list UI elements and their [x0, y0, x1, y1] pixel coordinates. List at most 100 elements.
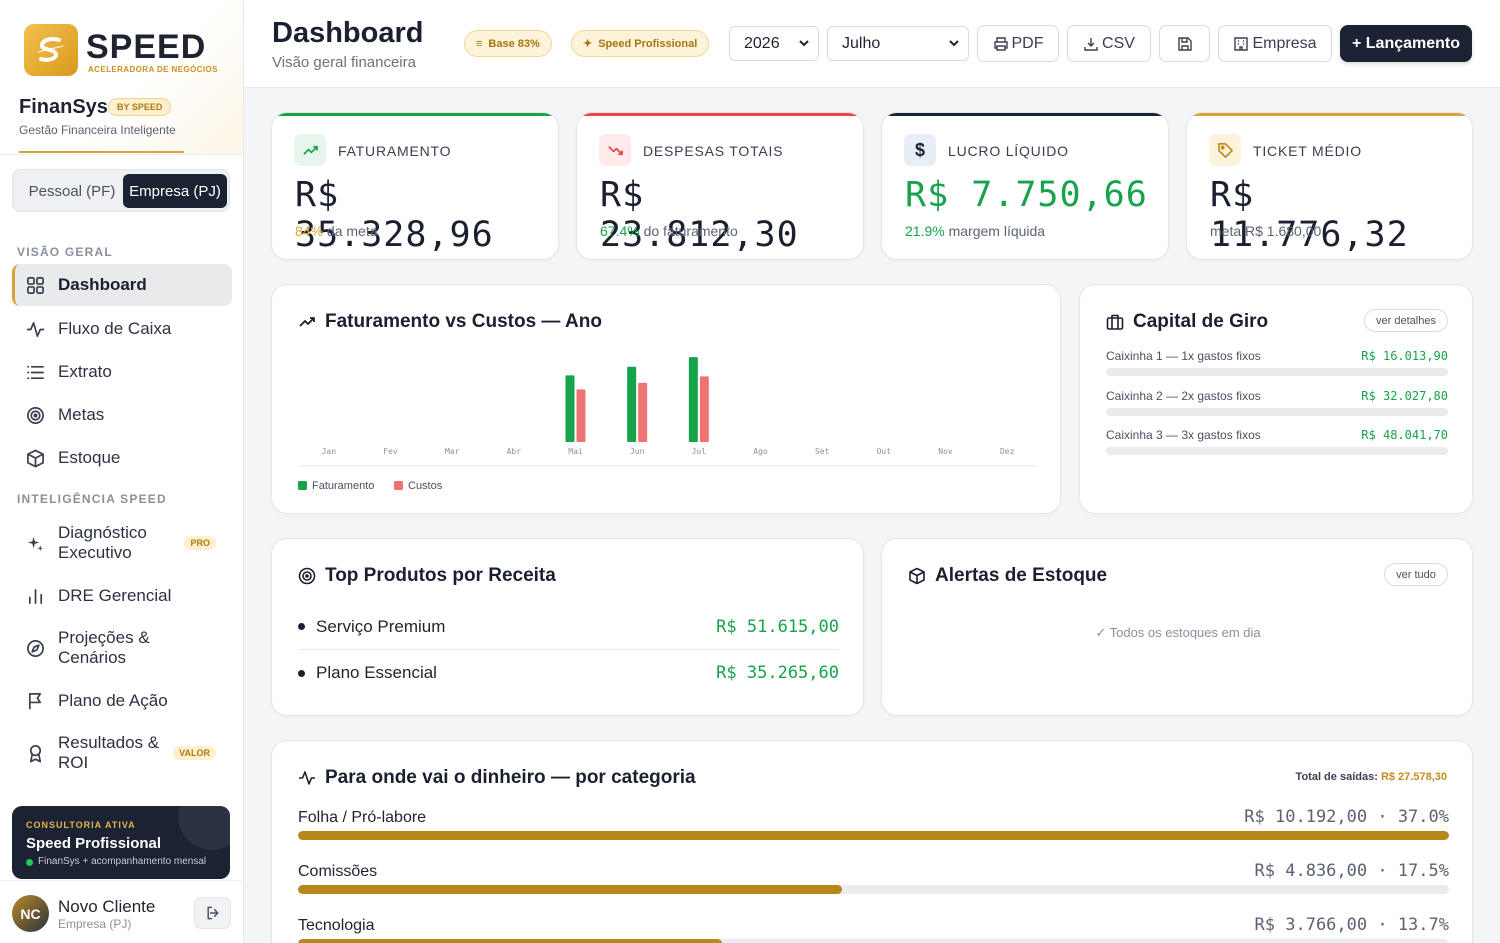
x-tick-label: Abr	[507, 447, 522, 456]
sidebar-item-resultados[interactable]: Resultados & ROI VALOR	[12, 730, 232, 776]
box-icon	[909, 567, 925, 585]
kpi-lucro-card: $ LUCRO LÍQUIDO R$ 7.750,66 21.9% margem…	[881, 112, 1169, 260]
x-tick-label: Fev	[383, 447, 398, 456]
consult-desc: FinanSys + acompanhamento mensal	[38, 856, 207, 867]
logo-subtitle: ACELERADORA DE NEGÓCIOS	[88, 65, 218, 74]
capital-giro-row-label: Caixinha 3 — 3x gastos fixos	[1106, 428, 1261, 442]
mode-pf-button[interactable]: Pessoal (PF)	[19, 174, 125, 208]
list-icon	[24, 361, 46, 383]
mode-toggle: Pessoal (PF) Empresa (PJ)	[12, 169, 230, 212]
x-tick-label: Out	[877, 447, 892, 456]
kpi-label: DESPESAS TOTAIS	[643, 143, 784, 159]
logout-button[interactable]	[194, 897, 231, 929]
sidebar-item-label: Plano de Ação	[58, 691, 168, 710]
category-value: R$ 10.192,00 · 37.0%	[1244, 807, 1449, 827]
sidebar-item-dashboard[interactable]: Dashboard	[12, 264, 232, 306]
sparkles-icon	[24, 532, 46, 554]
kpi-value: R$ 35.328,96	[295, 175, 494, 255]
bar-custos-jul	[699, 376, 709, 442]
ver-tudo-button[interactable]: ver tudo	[1384, 563, 1448, 586]
list-item: Plano Essencial R$ 35.265,60	[298, 650, 839, 696]
csv-button[interactable]: CSV	[1067, 25, 1151, 62]
target-icon	[24, 404, 46, 426]
pdf-button[interactable]: PDF	[977, 25, 1059, 62]
activity-icon	[24, 318, 46, 340]
kpi-accent-bar	[882, 113, 1168, 116]
sidebar-item-metas[interactable]: Metas	[12, 394, 232, 436]
sidebar-item-extrato[interactable]: Extrato	[12, 351, 232, 393]
kpi-sub-text: margem líquida	[948, 223, 1046, 239]
save-button[interactable]	[1159, 25, 1210, 62]
bar-faturamento-jul	[688, 357, 698, 442]
top-produtos-title: Top Produtos por Receita	[298, 565, 556, 587]
bar-faturamento-mai	[565, 375, 575, 442]
empresa-button[interactable]: Empresa	[1218, 25, 1332, 62]
app-name: FinanSys	[19, 96, 108, 118]
mode-pj-button[interactable]: Empresa (PJ)	[123, 174, 227, 208]
sidebar-item-label: Fluxo de Caixa	[58, 319, 172, 338]
kpi-subtext: 21.9% margem líquida	[905, 223, 1045, 239]
sidebar-item-label: Estoque	[58, 448, 121, 467]
consultoria-card[interactable]: CONSULTORIA ATIVA Speed Profissional Fin…	[12, 806, 230, 879]
chevron-down-icon	[949, 40, 959, 47]
x-tick-label: Jan	[322, 447, 337, 456]
kpi-subtext: 84% da meta	[295, 223, 378, 239]
category-value: R$ 4.836,00 · 17.5%	[1254, 861, 1449, 881]
capital-giro-title-text: Capital de Giro	[1133, 311, 1269, 332]
kpi-subtext: 67.4% do faturamento	[600, 223, 738, 239]
sparkles-icon: ✦	[583, 38, 593, 50]
empresa-label: Empresa	[1252, 34, 1317, 52]
sidebar-item-diagnostico[interactable]: Diagnóstico Executivo PRO	[12, 520, 232, 566]
bullet-icon	[298, 669, 305, 677]
x-tick-label: Nov	[938, 447, 953, 456]
sidebar-item-label: Resultados & ROI	[58, 733, 160, 772]
x-tick-label: Jun	[630, 447, 645, 456]
sidebar-item-plano-acao[interactable]: Plano de Ação	[12, 680, 232, 722]
bar-custos-jun	[638, 382, 648, 442]
x-tick-label: Dez	[1000, 447, 1015, 456]
save-icon	[1177, 36, 1192, 51]
by-speed-badge: BY SPEED	[108, 98, 172, 116]
category-label: Tecnologia	[298, 917, 375, 934]
bar-chart: Jan Fev Mar Abr Mai Jun Jul Ago Set Out Nov Dez Fatu…	[298, 357, 1038, 492]
legend-swatch-custos	[394, 481, 403, 490]
kpi-subtext: meta R$ 1.680,00	[1210, 223, 1322, 239]
decorative-circle	[178, 806, 230, 850]
capital-giro-row-value: R$ 48.041,70	[1361, 428, 1448, 442]
activity-icon	[299, 771, 315, 785]
sidebar-item-estoque[interactable]: Estoque	[12, 437, 232, 479]
sidebar: SPEED ACELERADORA DE NEGÓCIOS FinanSys B…	[0, 0, 244, 943]
avatar[interactable]: NC	[12, 895, 49, 932]
ver-detalhes-button[interactable]: ver detalhes	[1364, 309, 1448, 332]
progress-track	[1106, 447, 1448, 455]
bar-chart-icon	[24, 585, 46, 607]
legend-label: Custos	[408, 480, 443, 492]
briefcase-icon	[1106, 314, 1124, 330]
sidebar-item-projecoes[interactable]: Projeções & Cenários	[12, 625, 232, 671]
progress-track	[298, 939, 1449, 943]
grid-icon	[24, 274, 46, 296]
kpi-label: TICKET MÉDIO	[1253, 143, 1362, 159]
x-tick-label: Jul	[692, 447, 707, 456]
dollar-icon: $	[904, 134, 936, 166]
speed-logo-icon	[24, 24, 78, 76]
capital-giro-row-value: R$ 16.013,90	[1361, 349, 1448, 363]
chart-card: Faturamento vs Custos — Ano Jan Fev Mar Abr…	[271, 284, 1061, 514]
sidebar-item-fluxo-de-caixa[interactable]: Fluxo de Caixa	[12, 308, 232, 350]
capital-giro-title: Capital de Giro	[1106, 311, 1268, 333]
legend-label: Faturamento	[312, 480, 374, 492]
total-saidas: Total de saídas: R$ 27.578,30	[1296, 771, 1447, 783]
year-select[interactable]: 2026	[729, 26, 819, 61]
compass-icon	[24, 637, 46, 659]
sidebar-item-dre[interactable]: DRE Gerencial	[12, 575, 232, 617]
total-saidas-label: Total de saídas:	[1295, 771, 1378, 783]
alertas-empty-message: ✓ Todos os estoques em dia	[1095, 625, 1261, 640]
sidebar-item-label: Projeções & Cenários	[58, 628, 150, 667]
month-select[interactable]: Julho	[827, 26, 969, 61]
progress-track	[1106, 368, 1448, 376]
new-entry-button[interactable]: + Lançamento	[1340, 25, 1472, 62]
product-name: Serviço Premium	[316, 616, 446, 636]
section-label-intelligence: INTELIGÊNCIA SPEED	[17, 492, 167, 506]
kpi-value: R$ 11.776,32	[1210, 175, 1409, 255]
kpi-accent-bar	[577, 113, 863, 116]
